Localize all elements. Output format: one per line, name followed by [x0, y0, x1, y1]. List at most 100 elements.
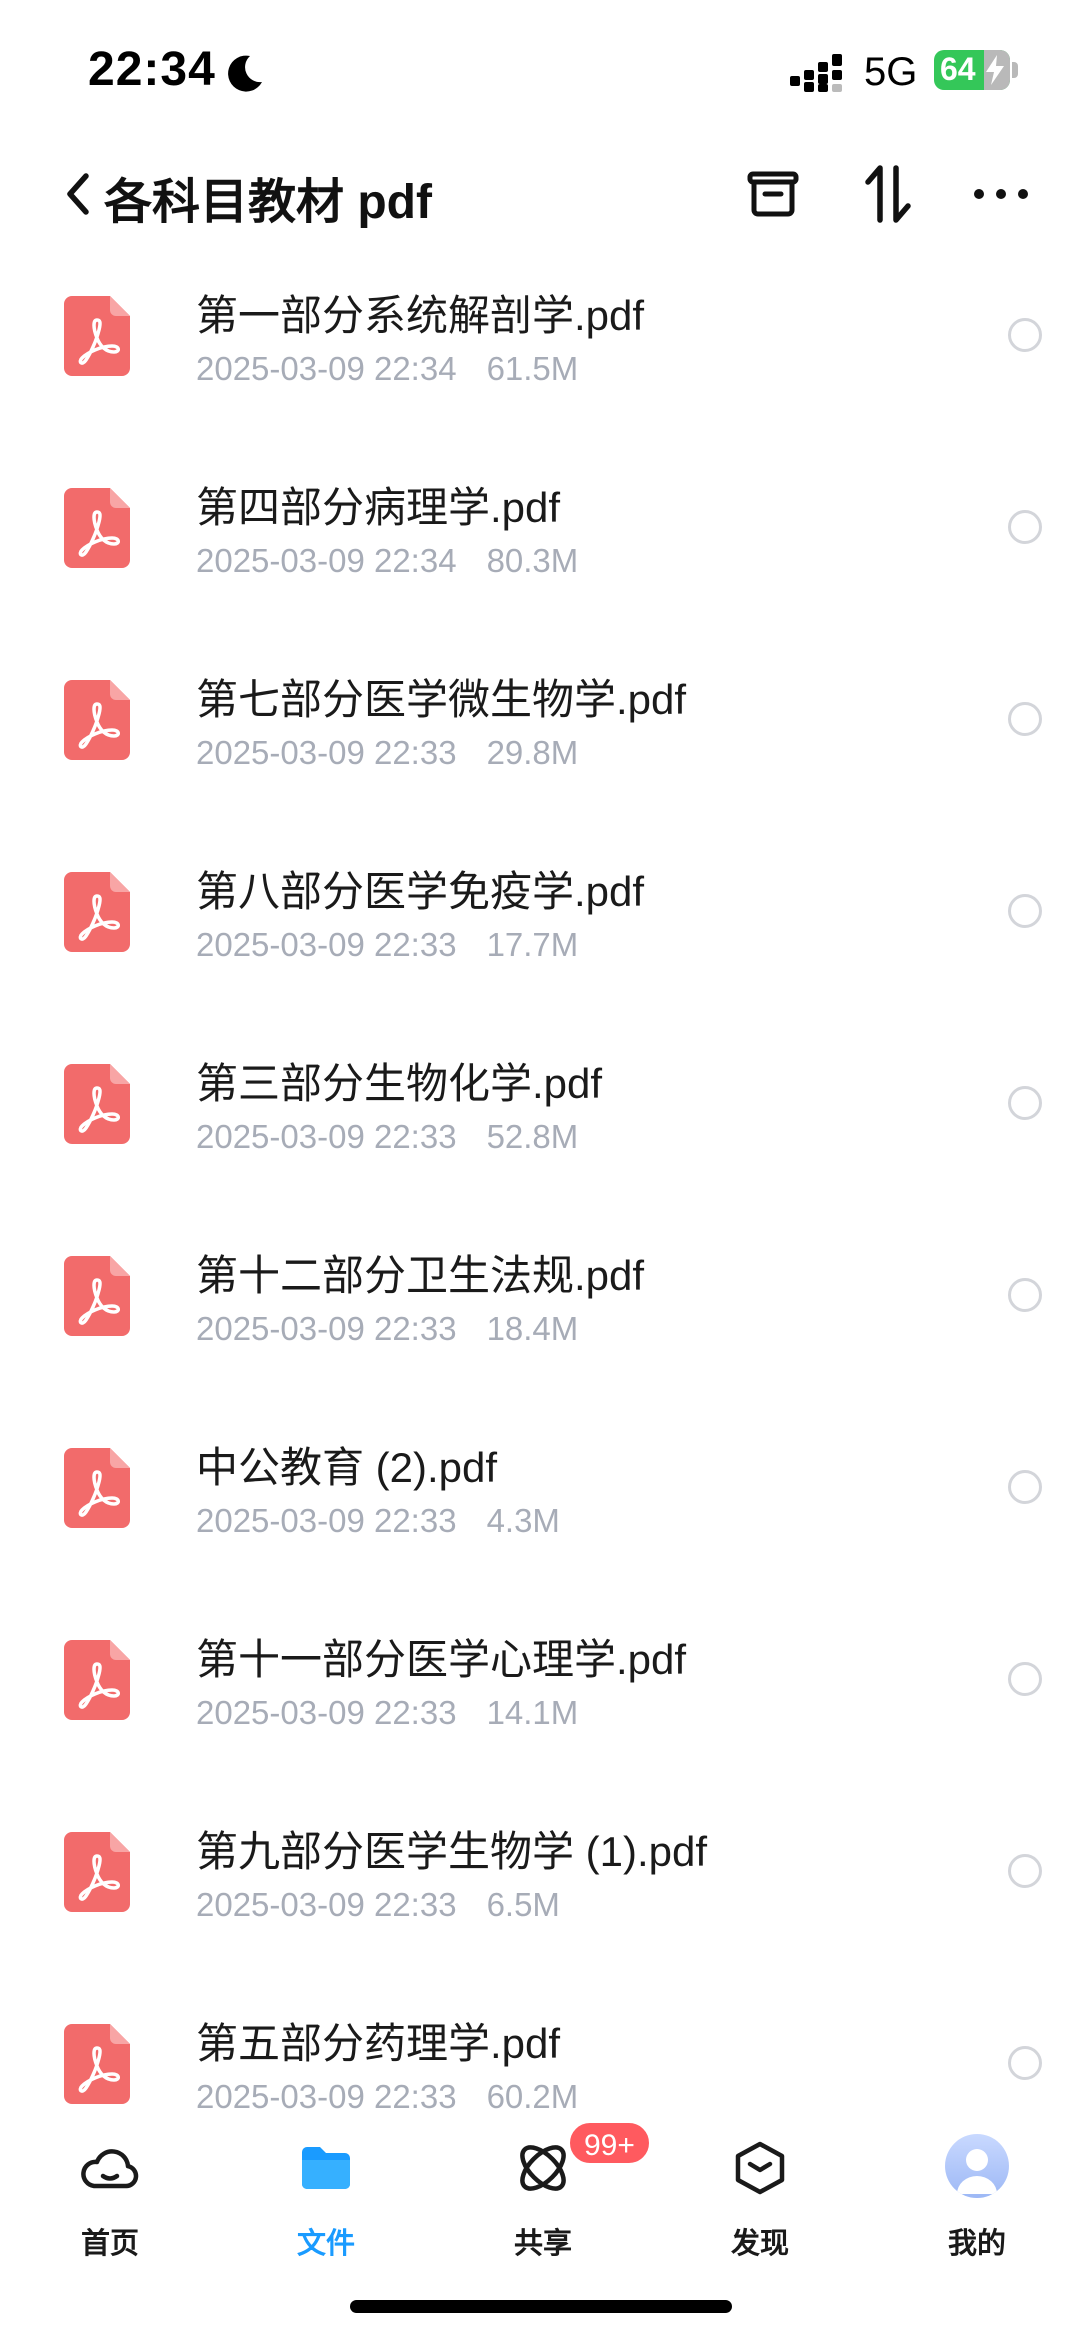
file-size: 60.2M — [486, 2078, 579, 2115]
network-label: 5G — [864, 50, 918, 94]
sort-arrows-icon — [865, 165, 911, 223]
more-options-button[interactable] — [965, 158, 1037, 230]
pdf-file-icon — [64, 1064, 130, 1144]
charging-bolt-icon — [986, 55, 1004, 85]
file-meta: 2025-03-09 22:33 29.8M — [196, 734, 578, 772]
file-row[interactable]: 中公教育 (2).pdf 2025-03-09 22:33 4.3M — [0, 1408, 1080, 1600]
archive-box-icon — [747, 171, 799, 217]
select-checkbox[interactable] — [1008, 2046, 1042, 2080]
file-size: 18.4M — [486, 1310, 579, 1347]
file-size: 14.1M — [486, 1694, 579, 1731]
sort-button[interactable] — [852, 158, 924, 230]
select-checkbox[interactable] — [1008, 1086, 1042, 1120]
moon-icon — [228, 55, 262, 92]
file-row[interactable]: 第九部分医学生物学 (1).pdf 2025-03-09 22:33 6.5M — [0, 1792, 1080, 1984]
file-row[interactable]: 第一部分系统解剖学.pdf 2025-03-09 22:34 61.5M — [0, 256, 1080, 448]
file-name: 第八部分医学免疫学.pdf — [196, 868, 645, 915]
file-meta: 2025-03-09 22:34 61.5M — [196, 350, 578, 388]
page-title: 各科目教材 pdf — [104, 176, 432, 229]
tab-files[interactable]: 文件 — [246, 2128, 406, 2260]
file-name: 第三部分生物化学.pdf — [196, 1060, 603, 1107]
select-checkbox[interactable] — [1008, 1854, 1042, 1888]
tab-label: 文件 — [296, 2228, 355, 2260]
archive-button[interactable] — [737, 158, 809, 230]
file-date: 2025-03-09 22:34 — [196, 542, 457, 579]
tab-share[interactable]: 99+ 共享 — [463, 2120, 652, 2260]
pdf-file-icon — [64, 872, 130, 952]
file-date: 2025-03-09 22:33 — [196, 1694, 457, 1731]
header: 各科目教材 pdf — [0, 150, 1080, 240]
file-name: 第七部分医学微生物学.pdf — [196, 676, 687, 723]
file-meta: 2025-03-09 22:33 52.8M — [196, 1118, 578, 1156]
file-date: 2025-03-09 22:34 — [196, 350, 457, 387]
tab-discover[interactable]: 发现 — [680, 2128, 840, 2260]
file-name: 第五部分药理学.pdf — [196, 2020, 561, 2067]
battery-tip — [1012, 62, 1018, 78]
file-date: 2025-03-09 22:33 — [196, 1118, 457, 1155]
file-size: 80.3M — [486, 542, 579, 579]
pdf-file-icon — [64, 680, 130, 760]
signal-icon — [790, 54, 842, 92]
back-chevron-icon[interactable] — [60, 166, 96, 222]
more-dots-icon — [974, 189, 1028, 199]
file-meta: 2025-03-09 22:33 14.1M — [196, 1694, 578, 1732]
tab-home[interactable]: 首页 — [30, 2128, 190, 2260]
select-checkbox[interactable] — [1008, 1662, 1042, 1696]
file-size: 61.5M — [486, 350, 579, 387]
avatar — [945, 2134, 1009, 2198]
file-date: 2025-03-09 22:33 — [196, 1886, 457, 1923]
file-row[interactable]: 第七部分医学微生物学.pdf 2025-03-09 22:33 29.8M — [0, 640, 1080, 832]
pdf-file-icon — [64, 296, 130, 376]
file-date: 2025-03-09 22:33 — [196, 926, 457, 963]
file-name: 第一部分系统解剖学.pdf — [196, 292, 645, 339]
file-meta: 2025-03-09 22:33 17.7M — [196, 926, 578, 964]
tab-label: 发现 — [730, 2228, 789, 2260]
file-size: 52.8M — [486, 1118, 579, 1155]
pdf-file-icon — [64, 488, 130, 568]
file-name: 第九部分医学生物学 (1).pdf — [196, 1828, 708, 1875]
file-row[interactable]: 第三部分生物化学.pdf 2025-03-09 22:33 52.8M — [0, 1024, 1080, 1216]
file-date: 2025-03-09 22:33 — [196, 734, 457, 771]
file-size: 4.3M — [486, 1502, 560, 1539]
file-size: 29.8M — [486, 734, 579, 771]
select-checkbox[interactable] — [1008, 1278, 1042, 1312]
status-bar: 22:34 5G 64 — [0, 0, 1080, 130]
battery-icon: 64 — [934, 50, 1010, 90]
file-row[interactable]: 第十一部分医学心理学.pdf 2025-03-09 22:33 14.1M — [0, 1600, 1080, 1792]
file-name: 中公教育 (2).pdf — [196, 1444, 498, 1491]
select-checkbox[interactable] — [1008, 510, 1042, 544]
discover-box-icon — [735, 2141, 785, 2195]
select-checkbox[interactable] — [1008, 702, 1042, 736]
select-checkbox[interactable] — [1008, 1470, 1042, 1504]
home-indicator — [350, 2300, 732, 2313]
file-meta: 2025-03-09 22:33 18.4M — [196, 1310, 578, 1348]
select-checkbox[interactable] — [1008, 318, 1042, 352]
status-time: 22:34 — [88, 43, 216, 96]
folder-icon — [302, 2147, 350, 2189]
file-meta: 2025-03-09 22:33 60.2M — [196, 2078, 578, 2116]
file-meta: 2025-03-09 22:33 4.3M — [196, 1502, 560, 1540]
file-row[interactable]: 第十二部分卫生法规.pdf 2025-03-09 22:33 18.4M — [0, 1216, 1080, 1408]
pdf-file-icon — [64, 1448, 130, 1528]
pdf-file-icon — [64, 1832, 130, 1912]
share-orbit-icon — [520, 2145, 566, 2191]
tab-label: 我的 — [947, 2228, 1006, 2260]
battery-level: 64 — [940, 51, 976, 87]
tab-me[interactable]: 我的 — [897, 2128, 1057, 2260]
pdf-file-icon — [64, 1256, 130, 1336]
file-row[interactable]: 第八部分医学免疫学.pdf 2025-03-09 22:33 17.7M — [0, 832, 1080, 1024]
file-name: 第十一部分医学心理学.pdf — [196, 1636, 687, 1683]
file-name: 第四部分病理学.pdf — [196, 484, 561, 531]
user-silhouette-icon — [957, 2149, 997, 2194]
file-date: 2025-03-09 22:33 — [196, 1310, 457, 1347]
select-checkbox[interactable] — [1008, 894, 1042, 928]
notification-badge: 99+ — [567, 2120, 652, 2166]
file-meta: 2025-03-09 22:33 6.5M — [196, 1886, 560, 1924]
file-name: 第十二部分卫生法规.pdf — [196, 1252, 645, 1299]
file-size: 17.7M — [486, 926, 579, 963]
cloud-icon — [81, 2149, 139, 2189]
tab-label: 共享 — [513, 2228, 572, 2260]
file-date: 2025-03-09 22:33 — [196, 1502, 457, 1539]
file-row[interactable]: 第四部分病理学.pdf 2025-03-09 22:34 80.3M — [0, 448, 1080, 640]
file-date: 2025-03-09 22:33 — [196, 2078, 457, 2115]
